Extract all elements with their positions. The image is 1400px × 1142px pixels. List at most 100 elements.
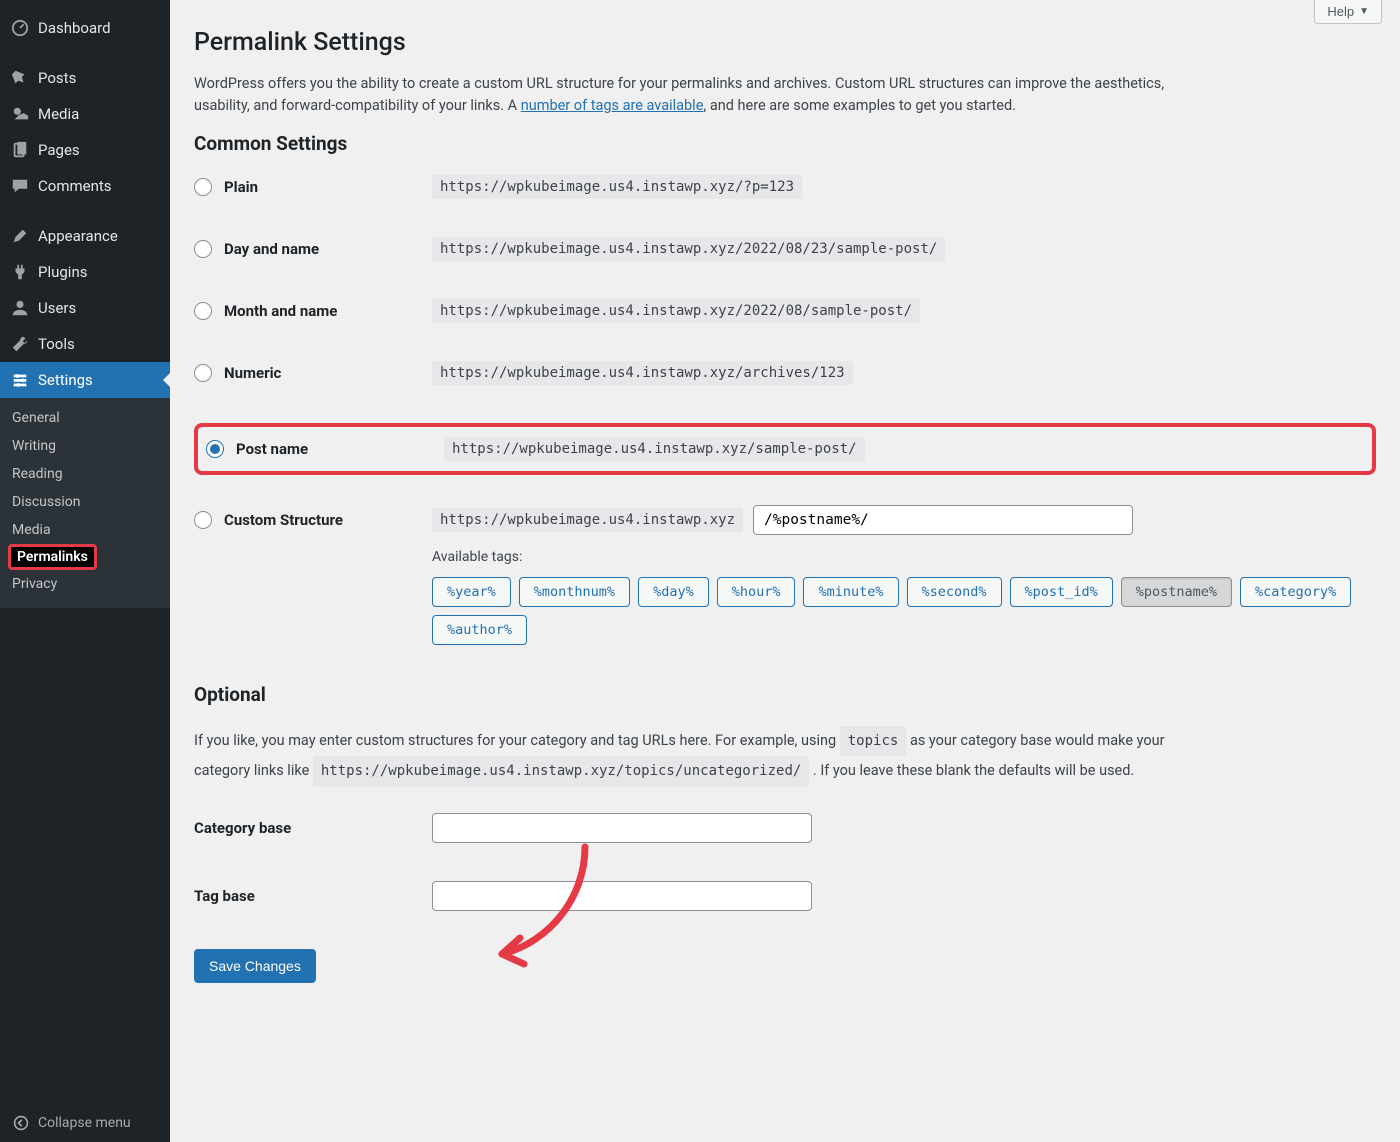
row-category-base: Category base — [194, 813, 1376, 843]
option-month-and-name: Month and name https://wpkubeimage.us4.i… — [194, 299, 1376, 323]
sample-post-name: https://wpkubeimage.us4.instawp.xyz/samp… — [444, 437, 865, 461]
option-label: Numeric — [224, 364, 281, 382]
sample-numeric: https://wpkubeimage.us4.instawp.xyz/arch… — [432, 361, 853, 385]
row-tag-base: Tag base — [194, 881, 1376, 911]
tag-monthnum[interactable]: %monthnum% — [519, 577, 630, 607]
option-custom-structure: Custom Structure https://wpkubeimage.us4… — [194, 505, 1376, 645]
option-label: Custom Structure — [224, 511, 343, 529]
annotation-arrow — [490, 842, 620, 982]
help-label: Help — [1327, 4, 1354, 19]
tag-category[interactable]: %category% — [1240, 577, 1351, 607]
main-content: Help ▼ Permalink Settings WordPress offe… — [170, 0, 1400, 1142]
intro-text: WordPress offers you the ability to crea… — [194, 73, 1194, 118]
tag-day[interactable]: %day% — [638, 577, 709, 607]
tag-base-label: Tag base — [194, 887, 255, 905]
custom-structure-input[interactable] — [753, 505, 1133, 535]
collapse-icon — [12, 1114, 30, 1132]
available-tags-label: Available tags: — [432, 549, 1376, 565]
tag-author[interactable]: %author% — [432, 615, 527, 645]
submenu-writing[interactable]: Writing — [0, 432, 170, 460]
tag-hour[interactable]: %hour% — [717, 577, 796, 607]
code-topics: topics — [840, 726, 907, 756]
menu-label: Plugins — [38, 263, 87, 281]
dashboard-icon — [10, 18, 30, 38]
sample-month-name: https://wpkubeimage.us4.instawp.xyz/2022… — [432, 299, 920, 323]
admin-menu: Dashboard Posts Media Pages Comments App… — [0, 0, 170, 608]
save-changes-button[interactable]: Save Changes — [194, 949, 316, 983]
code-topics-url: https://wpkubeimage.us4.instawp.xyz/topi… — [313, 756, 809, 786]
menu-plugins[interactable]: Plugins — [0, 254, 170, 290]
radio-plain[interactable] — [194, 178, 212, 196]
menu-label: Pages — [38, 141, 80, 159]
tag-row: %year% %monthnum% %day% %hour% %minute% … — [432, 577, 1376, 645]
menu-label: Dashboard — [38, 19, 111, 37]
radio-post-name[interactable] — [206, 440, 224, 458]
menu-settings[interactable]: Settings — [0, 362, 170, 398]
tag-year[interactable]: %year% — [432, 577, 511, 607]
help-tab[interactable]: Help ▼ — [1314, 0, 1382, 24]
submenu-media[interactable]: Media — [0, 516, 170, 544]
radio-numeric[interactable] — [194, 364, 212, 382]
highlight-post-name: Post name https://wpkubeimage.us4.instaw… — [194, 423, 1376, 475]
menu-label: Comments — [38, 177, 112, 195]
tags-link[interactable]: number of tags are available — [521, 97, 704, 114]
comments-icon — [10, 176, 30, 196]
pin-icon — [10, 68, 30, 88]
tag-post-id[interactable]: %post_id% — [1010, 577, 1113, 607]
menu-pages[interactable]: Pages — [0, 132, 170, 168]
option-numeric: Numeric https://wpkubeimage.us4.instawp.… — [194, 361, 1376, 385]
menu-label: Users — [38, 299, 76, 317]
chevron-down-icon: ▼ — [1359, 6, 1369, 17]
menu-label: Appearance — [38, 227, 118, 245]
common-settings-heading: Common Settings — [194, 132, 1376, 155]
admin-sidebar: Dashboard Posts Media Pages Comments App… — [0, 0, 170, 1142]
menu-posts[interactable]: Posts — [0, 60, 170, 96]
category-base-input[interactable] — [432, 813, 812, 843]
page-title: Permalink Settings — [194, 28, 1376, 57]
custom-base: https://wpkubeimage.us4.instawp.xyz — [432, 508, 743, 532]
option-label: Month and name — [224, 302, 337, 320]
menu-label: Posts — [38, 69, 76, 87]
sample-plain: https://wpkubeimage.us4.instawp.xyz/?p=1… — [432, 175, 802, 199]
option-label: Plain — [224, 178, 258, 196]
tools-icon — [10, 334, 30, 354]
collapse-label: Collapse menu — [38, 1115, 131, 1131]
menu-label: Settings — [38, 371, 93, 389]
menu-comments[interactable]: Comments — [0, 168, 170, 204]
submenu-privacy[interactable]: Privacy — [0, 570, 170, 598]
menu-media[interactable]: Media — [0, 96, 170, 132]
appearance-icon — [10, 226, 30, 246]
submenu-permalinks[interactable]: Permalinks — [8, 544, 97, 570]
collapse-menu[interactable]: Collapse menu — [0, 1104, 170, 1142]
menu-label: Media — [38, 105, 79, 123]
tag-minute[interactable]: %minute% — [803, 577, 898, 607]
radio-day-name[interactable] — [194, 240, 212, 258]
tag-second[interactable]: %second% — [907, 577, 1002, 607]
tag-postname[interactable]: %postname% — [1121, 577, 1232, 607]
users-icon — [10, 298, 30, 318]
radio-custom[interactable] — [194, 511, 212, 529]
menu-label: Tools — [38, 335, 75, 353]
optional-description: If you like, you may enter custom struct… — [194, 726, 1194, 787]
menu-appearance[interactable]: Appearance — [0, 218, 170, 254]
option-label: Day and name — [224, 240, 319, 258]
option-label: Post name — [236, 440, 308, 458]
category-base-label: Category base — [194, 819, 291, 837]
option-day-and-name: Day and name https://wpkubeimage.us4.ins… — [194, 237, 1376, 261]
submenu-reading[interactable]: Reading — [0, 460, 170, 488]
menu-tools[interactable]: Tools — [0, 326, 170, 362]
settings-submenu: General Writing Reading Discussion Media… — [0, 398, 170, 608]
pages-icon — [10, 140, 30, 160]
plugins-icon — [10, 262, 30, 282]
radio-month-name[interactable] — [194, 302, 212, 320]
tag-base-input[interactable] — [432, 881, 812, 911]
optional-heading: Optional — [194, 683, 1376, 706]
submenu-discussion[interactable]: Discussion — [0, 488, 170, 516]
submenu-general[interactable]: General — [0, 404, 170, 432]
menu-dashboard[interactable]: Dashboard — [0, 10, 170, 46]
media-icon — [10, 104, 30, 124]
option-plain: Plain https://wpkubeimage.us4.instawp.xy… — [194, 175, 1376, 199]
option-post-name: Post name https://wpkubeimage.us4.instaw… — [206, 437, 1364, 461]
sample-day-name: https://wpkubeimage.us4.instawp.xyz/2022… — [432, 237, 945, 261]
menu-users[interactable]: Users — [0, 290, 170, 326]
